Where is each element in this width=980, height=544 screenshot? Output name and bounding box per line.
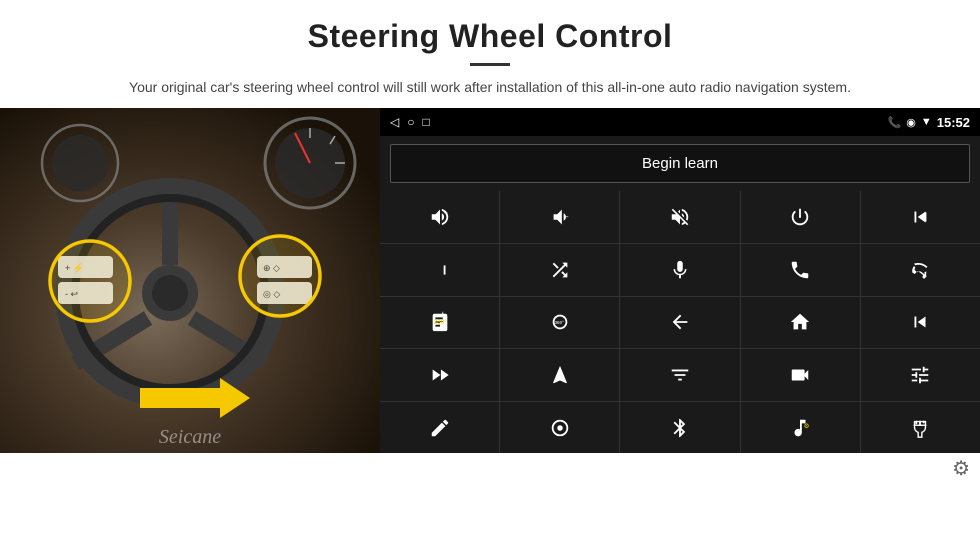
bluetooth-cell[interactable]	[620, 402, 739, 454]
time-display: 15:52	[937, 115, 970, 130]
fast-fwd-cell[interactable]	[380, 349, 499, 401]
sliders-icon	[909, 364, 931, 386]
bluetooth-icon	[669, 417, 691, 439]
back-icon	[669, 311, 691, 333]
pen-cell[interactable]	[380, 402, 499, 454]
mic-cell[interactable]	[620, 244, 739, 296]
mic-icon	[669, 259, 691, 281]
next-track-icon	[429, 259, 451, 281]
begin-learn-row: Begin learn	[380, 136, 980, 191]
phone-signal-icon: 📞	[888, 116, 902, 129]
car-image-panel: + ⚡ - ↩ ⊕ ◇ ◎ ◇ Seicane	[0, 108, 380, 453]
music-cell[interactable]: ⚙	[741, 402, 860, 454]
360view-cell[interactable]: 360°	[500, 297, 619, 349]
skip-back-cell[interactable]	[861, 297, 980, 349]
prev-track-cell[interactable]	[861, 191, 980, 243]
svg-text:+: +	[443, 208, 447, 217]
svg-text:360°: 360°	[433, 318, 447, 326]
back-nav-icon[interactable]: ◁	[390, 115, 399, 129]
camera-icon: 360°	[429, 311, 451, 333]
controls-grid: + –	[380, 191, 980, 453]
power-icon	[789, 206, 811, 228]
phone-cell[interactable]	[741, 244, 860, 296]
svg-text:⚙: ⚙	[804, 423, 810, 430]
page-wrapper: Steering Wheel Control Your original car…	[0, 0, 980, 544]
nav-cell[interactable]	[500, 349, 619, 401]
steering-wheel-svg: + ⚡ - ↩ ⊕ ◇ ◎ ◇ Seicane	[0, 108, 380, 453]
circle-dot-cell[interactable]	[500, 402, 619, 454]
svg-text:360°: 360°	[554, 320, 564, 325]
title-divider	[470, 63, 510, 66]
begin-learn-button[interactable]: Begin learn	[390, 144, 970, 183]
back-cell[interactable]	[620, 297, 739, 349]
location-icon: ◉	[906, 116, 916, 129]
phone-icon	[789, 259, 811, 281]
status-bar-left: ◁ ○ □	[390, 115, 430, 129]
equalizer-icon	[909, 417, 931, 439]
home-nav-icon[interactable]: ○	[407, 115, 414, 129]
home-cell[interactable]	[741, 297, 860, 349]
home-icon	[789, 311, 811, 333]
prev-track-icon	[909, 206, 931, 228]
android-panel: ◁ ○ □ 📞 ◉ ▼ 15:52 Begin learn	[380, 108, 980, 453]
mute-cell[interactable]	[620, 191, 739, 243]
hangup-cell[interactable]	[861, 244, 980, 296]
vol-up-cell[interactable]: +	[380, 191, 499, 243]
skip-back-icon	[909, 311, 931, 333]
main-image-container: + ⚡ - ↩ ⊕ ◇ ◎ ◇ Seicane	[0, 108, 980, 453]
equalizer-cell[interactable]	[861, 402, 980, 454]
settings-gear-icon[interactable]: ⚙	[952, 456, 970, 481]
vol-down-icon: –	[549, 206, 571, 228]
bottom-bar: ⚙	[0, 453, 980, 483]
vol-down-cell[interactable]: –	[500, 191, 619, 243]
mute-icon	[669, 206, 691, 228]
hangup-icon	[909, 259, 931, 281]
navigation-icon	[549, 364, 571, 386]
wifi-icon: ▼	[921, 116, 932, 128]
pen-icon	[429, 417, 451, 439]
record-icon	[789, 364, 811, 386]
slider-cell[interactable]	[861, 349, 980, 401]
shuffle-icon	[549, 259, 571, 281]
status-bar-right: 📞 ◉ ▼ 15:52	[888, 115, 970, 130]
eq-cell[interactable]	[620, 349, 739, 401]
svg-text:Seicane: Seicane	[159, 426, 221, 448]
next-track-cell[interactable]	[380, 244, 499, 296]
record-cell[interactable]	[741, 349, 860, 401]
vol-up-icon: +	[429, 206, 451, 228]
recents-nav-icon[interactable]: □	[422, 115, 429, 129]
circle-dot-icon	[549, 417, 571, 439]
fast-forward-icon	[429, 364, 451, 386]
360-icon: 360°	[549, 311, 571, 333]
music-icon: ⚙	[789, 417, 811, 439]
svg-text:–: –	[563, 212, 568, 221]
page-title: Steering Wheel Control	[60, 18, 920, 55]
camera-cell[interactable]: 360°	[380, 297, 499, 349]
page-subtitle: Your original car's steering wheel contr…	[100, 76, 880, 98]
status-bar: ◁ ○ □ 📞 ◉ ▼ 15:52	[380, 108, 980, 136]
eq-icon	[669, 364, 691, 386]
power-cell[interactable]	[741, 191, 860, 243]
shuffle-cell[interactable]	[500, 244, 619, 296]
header-section: Steering Wheel Control Your original car…	[0, 0, 980, 108]
